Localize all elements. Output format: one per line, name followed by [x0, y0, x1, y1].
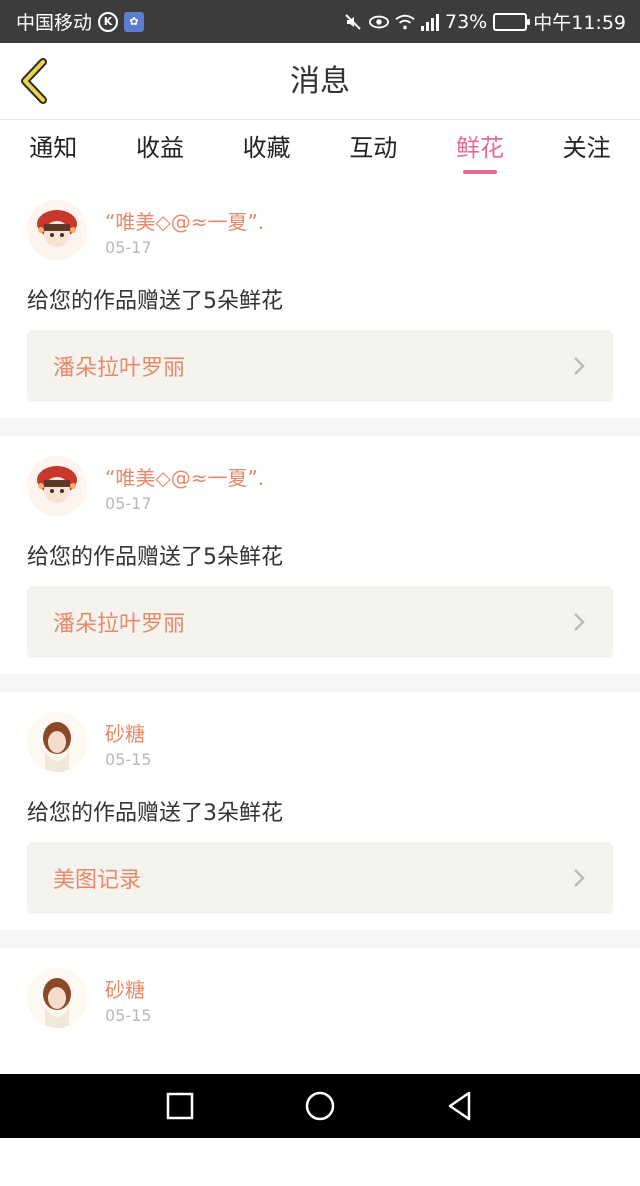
message-text: 给您的作品赠送了3朵鲜花 [27, 801, 283, 826]
list-item: 砂糖 05-15 [0, 948, 640, 1186]
signal-icon [421, 13, 439, 31]
clock: 中午11:59 [533, 12, 626, 34]
message-text: 给您的作品赠送了5朵鲜花 [27, 289, 283, 314]
message-date: 05-17 [105, 238, 152, 257]
avatar[interactable] [27, 456, 87, 516]
work-title: 美图记录 [53, 868, 142, 893]
back-button[interactable] [14, 58, 54, 104]
mute-icon [343, 12, 363, 32]
divider [0, 674, 640, 692]
battery-percent: 73% [445, 10, 488, 33]
avatar[interactable] [27, 968, 87, 1028]
circle-icon [305, 1091, 335, 1121]
divider [0, 418, 640, 436]
page-title: 消息 [290, 64, 350, 99]
message-date: 05-15 [105, 750, 152, 769]
list-item: “唯美◇@≈一夏”. 05-17 给您的作品赠送了5朵鲜花 潘朵拉叶罗丽 [0, 180, 640, 418]
avatar-girl-icon [27, 968, 87, 1028]
square-icon [166, 1092, 194, 1120]
tab-interaction[interactable]: 互动 [320, 120, 427, 180]
message-date: 05-15 [105, 1006, 152, 1025]
message-list: “唯美◇@≈一夏”. 05-17 给您的作品赠送了5朵鲜花 潘朵拉叶罗丽 “唯美… [0, 180, 640, 1186]
tab-earnings[interactable]: 收益 [107, 120, 214, 180]
tab-notice[interactable]: 通知 [0, 120, 107, 180]
chevron-right-icon [574, 613, 585, 631]
recents-button[interactable] [160, 1086, 200, 1126]
paw-app-icon: ✿ [124, 11, 145, 32]
tab-flowers[interactable]: 鲜花 [427, 120, 534, 180]
k-app-icon: K [98, 11, 119, 32]
avatar-red-hat-icon [27, 456, 87, 516]
work-title: 潘朵拉叶罗丽 [53, 356, 186, 381]
system-nav-bar [0, 1074, 640, 1138]
wifi-icon [395, 12, 415, 32]
work-link[interactable]: 潘朵拉叶罗丽 [27, 330, 613, 402]
home-button[interactable] [300, 1086, 340, 1126]
chevron-right-icon [574, 357, 585, 375]
list-item: “唯美◇@≈一夏”. 05-17 给您的作品赠送了5朵鲜花 潘朵拉叶罗丽 [0, 436, 640, 674]
battery-icon [493, 12, 531, 31]
chevron-left-icon [21, 58, 47, 104]
list-item: 砂糖 05-15 给您的作品赠送了3朵鲜花 美图记录 [0, 692, 640, 930]
avatar[interactable] [27, 712, 87, 772]
header-bar: 消息 [0, 43, 640, 120]
sender-name[interactable]: 砂糖 [105, 974, 145, 1003]
tab-follow[interactable]: 关注 [533, 120, 640, 180]
carrier-label: 中国移动 [16, 12, 93, 34]
avatar-girl-icon [27, 712, 87, 772]
back-nav-button[interactable] [440, 1086, 480, 1126]
work-title: 潘朵拉叶罗丽 [53, 612, 186, 637]
work-link[interactable]: 美图记录 [27, 842, 613, 914]
avatar[interactable] [27, 200, 87, 260]
sender-name[interactable]: “唯美◇@≈一夏”. [105, 206, 264, 235]
avatar-red-hat-icon [27, 200, 87, 260]
sender-name[interactable]: 砂糖 [105, 718, 145, 747]
sender-name[interactable]: “唯美◇@≈一夏”. [105, 462, 264, 491]
message-date: 05-17 [105, 494, 152, 513]
status-bar: 中国移动 K ✿ 73% 中午11:59 [0, 0, 640, 43]
work-link[interactable]: 潘朵拉叶罗丽 [27, 586, 613, 658]
message-text: 给您的作品赠送了5朵鲜花 [27, 545, 283, 570]
tab-bar: 通知 收益 收藏 互动 鲜花 关注 [0, 120, 640, 180]
eye-icon [369, 12, 389, 32]
tab-favorites[interactable]: 收藏 [213, 120, 320, 180]
chevron-right-icon [574, 869, 585, 887]
divider [0, 930, 640, 948]
triangle-back-icon [448, 1091, 471, 1121]
